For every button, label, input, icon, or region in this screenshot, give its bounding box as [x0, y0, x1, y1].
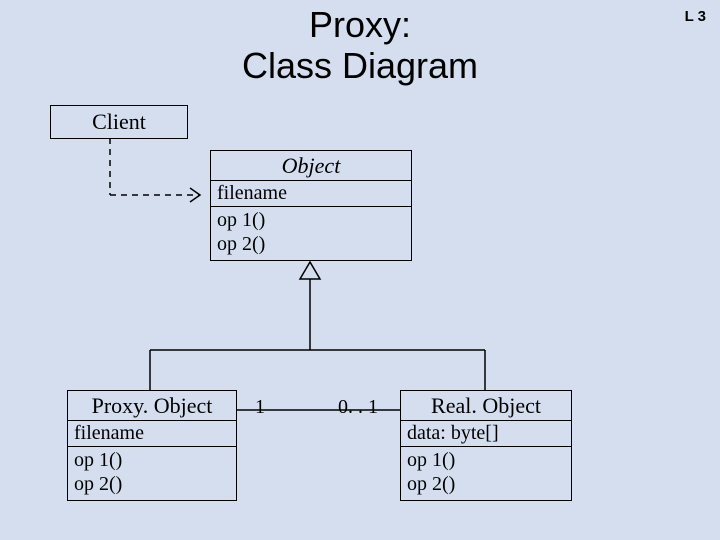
class-attr-real: data: byte[] [401, 421, 571, 447]
uml-real: Real. Object data: byte[] op 1() op 2() [400, 390, 572, 501]
class-attr-proxy: filename [68, 421, 236, 447]
multiplicity-real: 0. . 1 [338, 396, 378, 419]
title-line-2: Class Diagram [242, 45, 478, 86]
op: op 2() [74, 472, 230, 496]
op: op 1() [74, 448, 230, 472]
uml-proxy: Proxy. Object filename op 1() op 2() [67, 390, 237, 501]
op: op 2() [407, 472, 565, 496]
op: op 1() [407, 448, 565, 472]
class-ops-object: op 1() op 2() [211, 207, 411, 260]
op: op 1() [217, 208, 405, 232]
page-title: Proxy: Class Diagram [0, 4, 720, 87]
class-name-real: Real. Object [401, 391, 571, 421]
class-ops-real: op 1() op 2() [401, 447, 571, 500]
dependency-arrow [110, 138, 200, 202]
op: op 2() [217, 232, 405, 256]
class-name-proxy: Proxy. Object [68, 391, 236, 421]
multiplicity-proxy: 1 [255, 396, 265, 419]
uml-client: Client [50, 105, 188, 139]
class-ops-proxy: op 1() op 2() [68, 447, 236, 500]
class-name-client: Client [51, 106, 187, 138]
title-line-1: Proxy: [309, 4, 411, 45]
generalization-tree [150, 262, 485, 390]
class-attr-object: filename [211, 181, 411, 207]
class-name-object: Object [211, 151, 411, 181]
uml-object: Object filename op 1() op 2() [210, 150, 412, 261]
